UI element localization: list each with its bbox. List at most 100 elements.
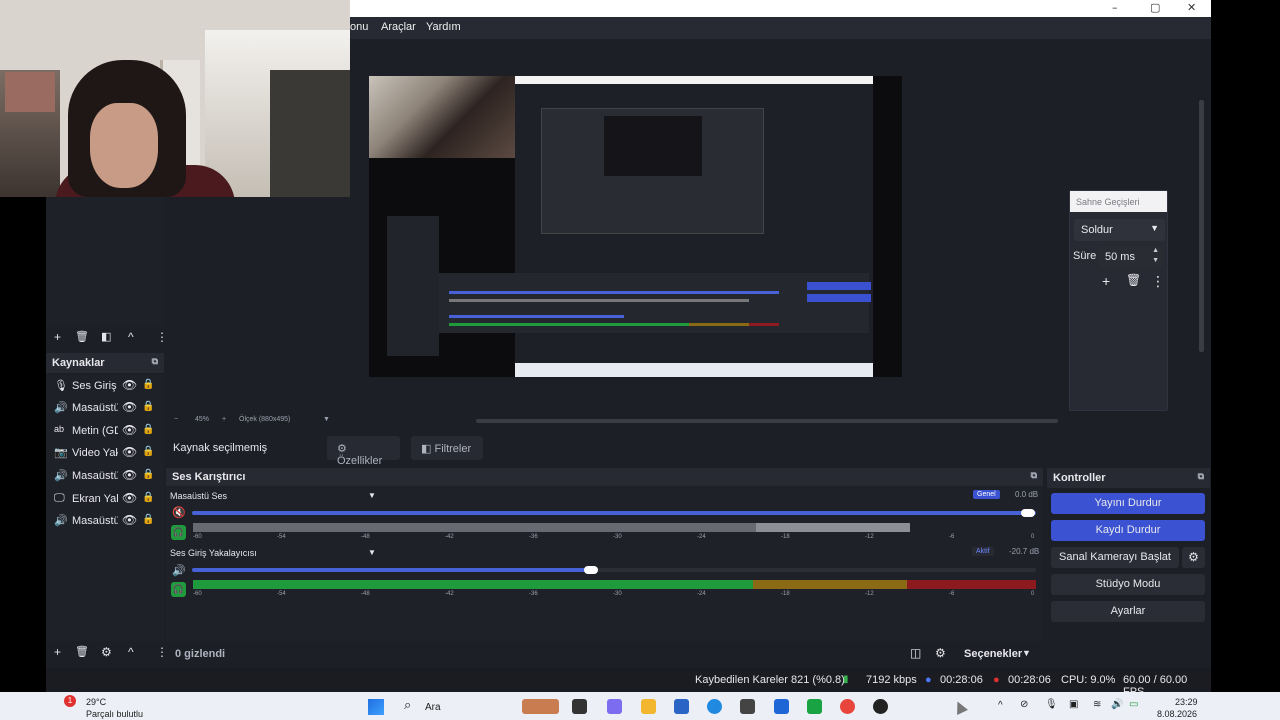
weather-temp[interactable]: 29°C bbox=[86, 697, 106, 707]
task-view-icon[interactable] bbox=[572, 699, 587, 714]
volume-slider[interactable] bbox=[192, 511, 1036, 515]
chrome-icon[interactable] bbox=[840, 699, 855, 714]
source-row[interactable]: 🔊 Masaüstü 👁 🔒 bbox=[46, 397, 164, 419]
zoom-out-icon[interactable]: − bbox=[174, 416, 178, 423]
source-row[interactable]: 🖵 Ekran Yak 👁 🔒 bbox=[46, 488, 164, 510]
lock-icon[interactable]: 🔒 bbox=[142, 446, 154, 457]
weather-desc[interactable]: Parçalı bulutlu bbox=[86, 709, 143, 719]
obs-icon[interactable] bbox=[873, 699, 888, 714]
undock-icon[interactable]: ⧉ bbox=[152, 356, 158, 367]
start-icon[interactable] bbox=[368, 699, 384, 715]
source-row[interactable]: ab Metin (GD 👁 🔒 bbox=[46, 420, 164, 442]
volume-slider-knob[interactable] bbox=[1021, 509, 1035, 517]
news-icon[interactable] bbox=[522, 699, 559, 714]
spin-down-icon[interactable]: ▼ bbox=[1152, 257, 1159, 264]
search-label[interactable]: Ara bbox=[425, 702, 441, 713]
filters-button[interactable]: ◧ Filtreler bbox=[411, 436, 483, 460]
lock-icon[interactable]: 🔒 bbox=[142, 424, 154, 435]
chevron-up-icon[interactable]: ^ bbox=[998, 700, 1003, 711]
app-tray-icon[interactable]: ▣ bbox=[1069, 699, 1078, 710]
app-icon[interactable] bbox=[740, 699, 755, 714]
menu-item-help[interactable]: Yardım bbox=[426, 21, 461, 33]
copilot-icon[interactable] bbox=[607, 699, 622, 714]
chevron-down-icon[interactable]: ▼ bbox=[368, 491, 376, 500]
search-icon[interactable]: ⌕ bbox=[404, 697, 411, 713]
gear-icon[interactable]: ⚙ bbox=[1182, 547, 1205, 568]
speaker-muted-icon[interactable]: 🔇 bbox=[172, 506, 186, 519]
undock-icon[interactable]: ⧉ bbox=[1031, 470, 1037, 481]
source-row[interactable]: 🔊 Masaüstü 👁 🔒 bbox=[46, 510, 164, 532]
spin-up-icon[interactable]: ▲ bbox=[1152, 247, 1159, 254]
eye-icon[interactable]: 👁 bbox=[122, 491, 137, 505]
studio-mode-button[interactable]: Stüdyo Modu bbox=[1051, 574, 1205, 595]
preview-canvas[interactable] bbox=[369, 76, 902, 377]
add-icon[interactable]: + bbox=[1102, 273, 1110, 289]
xbox-icon[interactable] bbox=[807, 699, 822, 714]
add-icon[interactable]: + bbox=[54, 645, 61, 659]
lock-icon[interactable]: 🔒 bbox=[142, 514, 154, 525]
speaker-icon[interactable]: 🔊 bbox=[172, 564, 186, 577]
eye-icon[interactable]: 👁 bbox=[122, 423, 137, 437]
preview-horizontal-scrollbar[interactable] bbox=[476, 419, 1058, 423]
edge-icon[interactable] bbox=[707, 699, 722, 714]
add-icon[interactable]: + bbox=[54, 330, 61, 344]
menu-item-profile[interactable]: onu bbox=[350, 21, 368, 33]
lock-icon[interactable]: 🔒 bbox=[142, 492, 154, 503]
filter-icon[interactable]: ◧ bbox=[101, 330, 111, 343]
volume-slider-knob[interactable] bbox=[584, 566, 598, 574]
zoom-in-icon[interactable]: + bbox=[222, 416, 226, 423]
menu-item-tools[interactable]: Araçlar bbox=[381, 21, 416, 33]
close-button[interactable]: ✕ bbox=[1187, 1, 1196, 14]
clock-time[interactable]: 23:29 bbox=[1175, 697, 1198, 707]
eye-icon[interactable]: 👁 bbox=[122, 468, 137, 482]
eye-icon[interactable]: 👁 bbox=[122, 513, 137, 527]
source-row[interactable]: 🔊 Masaüstü 👁 🔒 bbox=[46, 465, 164, 487]
explorer-icon[interactable] bbox=[641, 699, 656, 714]
gear-icon[interactable]: ⚙ bbox=[935, 646, 946, 660]
microphone-icon: 🎙 bbox=[54, 380, 68, 392]
chevron-down-icon[interactable]: ▼ bbox=[323, 416, 330, 423]
clock-date[interactable]: 8.08.2026 bbox=[1157, 709, 1197, 719]
preview-vertical-scrollbar[interactable] bbox=[1199, 100, 1204, 352]
options-button[interactable]: Seçenekler bbox=[964, 648, 1022, 660]
move-up-icon[interactable]: ^ bbox=[128, 330, 134, 344]
store-icon[interactable] bbox=[674, 699, 689, 714]
trash-icon[interactable]: 🗑 bbox=[1126, 273, 1141, 287]
stop-record-button[interactable]: Kaydı Durdur bbox=[1051, 520, 1205, 541]
chevron-down-icon[interactable]: ▼ bbox=[1022, 648, 1031, 658]
battery-icon[interactable]: ▭ bbox=[1129, 699, 1138, 710]
scale-tick: -24 bbox=[697, 591, 706, 597]
eye-icon[interactable]: 👁 bbox=[122, 445, 137, 459]
move-up-icon[interactable]: ^ bbox=[128, 645, 134, 659]
start-virtual-camera-button[interactable]: Sanal Kamerayı Başlat bbox=[1051, 547, 1179, 568]
stop-stream-button[interactable]: Yayını Durdur bbox=[1051, 493, 1205, 514]
lock-icon[interactable]: 🔒 bbox=[142, 379, 154, 390]
trash-icon[interactable]: 🗑 bbox=[75, 330, 89, 343]
source-row[interactable]: 📷 Video Yak 👁 🔒 bbox=[46, 442, 164, 464]
more-icon[interactable]: ⋮ bbox=[156, 330, 168, 344]
volume-slider[interactable] bbox=[192, 568, 592, 572]
maximize-button[interactable]: ▢ bbox=[1150, 1, 1160, 14]
chevron-down-icon[interactable]: ▼ bbox=[368, 548, 376, 557]
layout-icon[interactable]: ◫ bbox=[910, 646, 921, 660]
volume-icon[interactable]: 🔊 bbox=[1111, 699, 1123, 710]
headphones-icon[interactable]: 🎧 bbox=[171, 582, 186, 597]
lock-icon[interactable]: 🔒 bbox=[142, 469, 154, 480]
trash-icon[interactable]: 🗑 bbox=[75, 645, 89, 658]
app-icon[interactable] bbox=[774, 699, 789, 714]
properties-button[interactable]: ⚙ Özellikler bbox=[327, 436, 400, 467]
wifi-icon[interactable]: ≋ bbox=[1093, 699, 1101, 710]
settings-button[interactable]: Ayarlar bbox=[1051, 601, 1205, 622]
duration-input[interactable]: 50 ms ▲ ▼ bbox=[1099, 246, 1163, 268]
lock-icon[interactable]: 🔒 bbox=[142, 401, 154, 412]
eye-icon[interactable]: 👁 bbox=[122, 378, 137, 392]
transition-select[interactable]: Soldur ▼ bbox=[1074, 219, 1165, 241]
headphones-icon[interactable]: 🎧 bbox=[171, 525, 186, 540]
eye-icon[interactable]: 👁 bbox=[122, 400, 137, 414]
more-icon[interactable]: ⋮ bbox=[1151, 273, 1165, 290]
source-row[interactable]: 🎙 Ses Giriş Y 👁 🔒 bbox=[46, 375, 164, 397]
microphone-icon[interactable]: 🎙 bbox=[1045, 699, 1058, 710]
network-off-icon[interactable]: ⊘ bbox=[1020, 699, 1028, 710]
minimize-button[interactable]: – bbox=[1112, 1, 1118, 14]
gear-icon[interactable]: ⚙ bbox=[101, 645, 112, 659]
